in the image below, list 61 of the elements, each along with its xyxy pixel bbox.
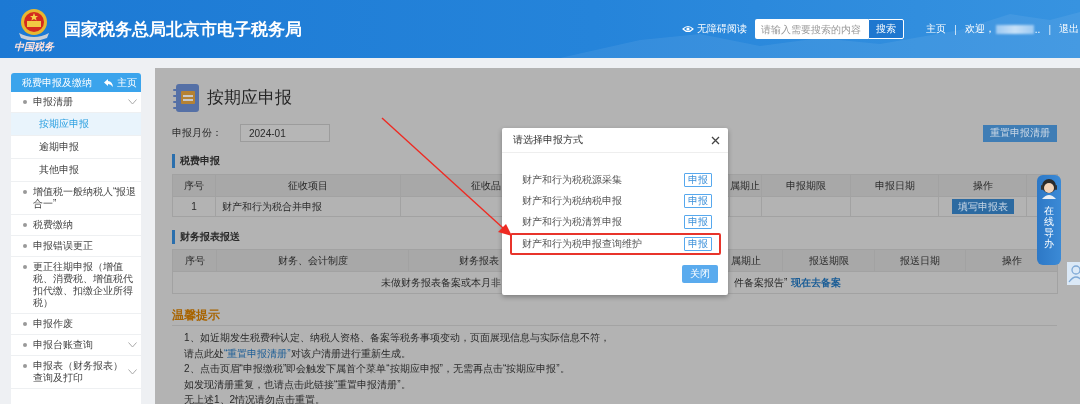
notice-text: 件备案报告” <box>734 275 788 290</box>
menu-item[interactable]: 申报错误更正 <box>11 236 141 257</box>
menu-item[interactable]: 申报表（财务报表）查询及打印 <box>11 356 141 389</box>
notice-text: 未做财务报表备案或本月非 <box>381 275 501 290</box>
menu-item[interactable]: 申报台账查询 <box>11 335 141 356</box>
table-cell: 财产和行为税合并申报 <box>215 196 401 217</box>
declare-button[interactable]: 申报 <box>684 237 712 251</box>
online-guide-button[interactable]: 在线导办 <box>1037 175 1061 265</box>
accessibility-link[interactable]: 无障碍阅读 <box>697 22 748 36</box>
sidebar-title: 税费申报及缴纳 <box>22 75 92 90</box>
tip-text: 请点此处“重置申报清册”对该户清册进行重新生成。 <box>184 346 412 361</box>
column-header: 报送期限 <box>782 249 875 272</box>
column-header: 操作 <box>938 174 1027 197</box>
search-button[interactable]: 搜索 <box>868 19 905 39</box>
option-label: 财产和行为税税源采集 <box>522 173 622 187</box>
menu-item[interactable]: 税费缴纳 <box>11 215 141 236</box>
menu-item[interactable]: 增值税一般纳税人“报退合一” <box>11 182 141 215</box>
option-label: 财产和行为税清算申报 <box>522 215 622 229</box>
fill-form-button[interactable]: 填写申报表 <box>951 199 1014 214</box>
menu-item[interactable]: 申报作废 <box>11 314 141 335</box>
site-title: 国家税务总局北京市电子税务局 <box>64 18 302 41</box>
reset-button[interactable]: 重置申报清册 <box>983 124 1057 142</box>
close-button[interactable]: 关闭 <box>682 265 718 283</box>
emblem-caption: 中国税务 <box>14 40 54 52</box>
declare-button[interactable]: 申报 <box>684 215 712 229</box>
column-header: 属期止 <box>729 249 783 272</box>
declare-button[interactable]: 申报 <box>684 194 712 208</box>
nav-link[interactable]: 主页 <box>926 22 947 36</box>
submenu-item[interactable]: 其他申报 <box>11 159 141 182</box>
tip-text: 1、如近期发生税费种认定、纳税人资格、备案等税务事项变动，页面展现信息与实际信息不符， <box>184 331 611 345</box>
nav-separator: | <box>1048 23 1051 35</box>
tip-text: 如发现清册重复，也请点击此链接“重置申报清册”。 <box>184 377 412 392</box>
submenu-item[interactable]: 逾期申报 <box>11 136 141 159</box>
table-cell: 1 <box>172 196 216 217</box>
tips-title: 温馨提示 <box>172 307 1057 326</box>
field-label: 申报月份： <box>172 126 222 140</box>
submenu-item[interactable]: 按期应申报 <box>11 113 141 136</box>
name-ellipsis: .. <box>1034 23 1041 35</box>
search-field[interactable]: 请输入需要搜索的内容 <box>755 19 869 39</box>
column-header: 财务、会计制度 <box>216 249 409 272</box>
tip-text: 2、点击页眉“申报缴税”即会触发下属首个菜单“按期应申报”，无需再点击“按期应申报”。 <box>184 362 571 376</box>
month-field[interactable]: 2024-01 <box>240 124 330 142</box>
dialog-title: 请选择申报方式 <box>513 133 583 147</box>
column-header: 属期止 <box>729 174 762 197</box>
welcome-text: 欢迎， <box>964 22 995 36</box>
nav-link[interactable]: 退出 <box>1059 22 1079 36</box>
column-header: 报送日期 <box>874 249 966 272</box>
tip-text: 无上述1、2情况请勿点击重置。 <box>184 393 327 404</box>
option-label: 财产和行为税纳税申报 <box>522 194 622 208</box>
menu-item[interactable]: 更正往期申报（增值税、消费税、增值税代扣代缴、扣缴企业所得税） <box>11 257 141 314</box>
column-header: 征收项目 <box>215 174 401 197</box>
declare-button[interactable]: 申报 <box>684 173 712 187</box>
column-header: 申报日期 <box>850 174 939 197</box>
home-link[interactable]: 主页 <box>104 75 137 90</box>
column-header: 申报期限 <box>761 174 851 197</box>
reset-link[interactable]: “重置申报清册” <box>224 347 291 359</box>
column-header: 序号 <box>172 174 216 197</box>
nav-separator: | <box>954 23 957 35</box>
filing-link[interactable]: 现在去备案 <box>791 275 842 290</box>
column-header: 序号 <box>172 249 217 272</box>
page-title: 按期应申报 <box>207 87 292 109</box>
